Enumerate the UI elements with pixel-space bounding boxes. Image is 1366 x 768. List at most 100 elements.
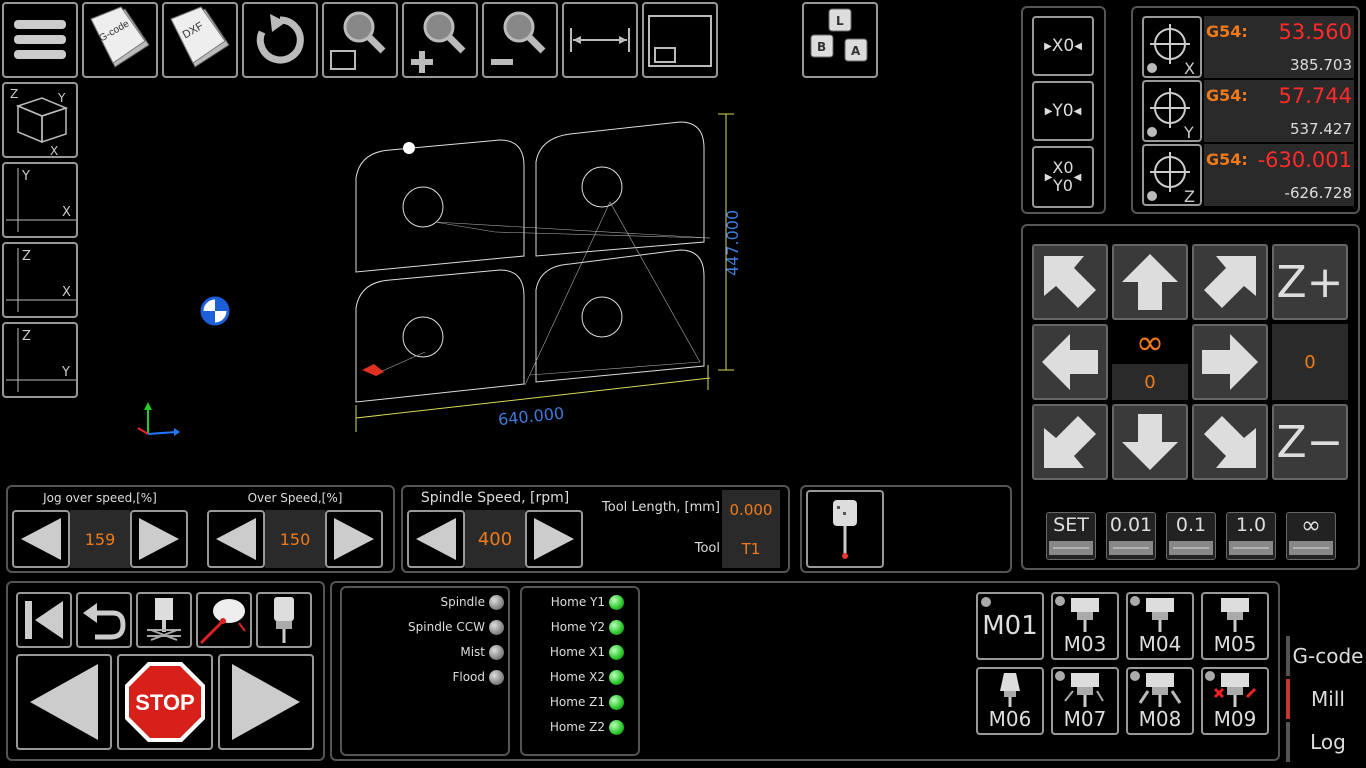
rapid-moves	[379, 201, 711, 386]
arrow-up-icon	[1122, 254, 1178, 310]
undo-button[interactable]	[76, 592, 132, 648]
m06-button[interactable]: M06	[976, 667, 1044, 735]
output-status-row: Mist	[344, 643, 504, 661]
measure-button[interactable]	[562, 2, 638, 78]
tool-number-value: T1	[722, 530, 780, 568]
feed-speed-decrease-button[interactable]	[207, 510, 265, 568]
triangle-right-icon	[534, 518, 574, 560]
view-xy-button[interactable]: YX	[2, 162, 78, 238]
crosshair-icon: Y	[1147, 88, 1194, 140]
jog-right-button[interactable]	[1192, 324, 1268, 400]
zero-xy-button[interactable]: ▶ X0 Y0 ◀	[1032, 146, 1094, 208]
zoom-fit-button[interactable]	[322, 2, 398, 78]
m04-label: M04	[1138, 632, 1182, 656]
tab-gcode[interactable]: G-code	[1286, 636, 1366, 676]
step-infinite-label: ∞	[1301, 511, 1321, 539]
flood-coolant-icon	[1138, 673, 1182, 707]
probe-surface-icon	[199, 599, 246, 645]
step-back-button[interactable]	[16, 654, 112, 750]
toolpath-viewport[interactable]: 640.000 447.000	[80, 80, 780, 480]
menu-button[interactable]	[2, 2, 78, 78]
dro-y-row: Y	[1142, 80, 1202, 142]
dro-x-axis-label: X	[1184, 59, 1195, 76]
tab-mill[interactable]: Mill	[1286, 679, 1366, 719]
width-dimension-label: 640.000	[497, 403, 565, 429]
zoom-out-button[interactable]	[482, 2, 558, 78]
z-plus-label: Z+	[1276, 256, 1344, 308]
home-switch-label: Home X2	[549, 670, 605, 684]
spindle-speed-increase-button[interactable]	[525, 510, 583, 568]
dro-y-axis-label: Y	[1183, 123, 1194, 140]
xy-x-label: X	[62, 205, 71, 220]
home-switch-row: Home X2	[524, 668, 624, 686]
xy-plane-icon: YX	[6, 168, 76, 232]
jog-down-button[interactable]	[1112, 404, 1188, 480]
mist-coolant-icon	[1064, 673, 1104, 707]
spindle-mill-button[interactable]	[136, 592, 192, 648]
step-01-button[interactable]: 0.1	[1166, 512, 1216, 560]
open-gcode-button[interactable]: G-code	[82, 2, 158, 78]
dro-x-wcs: G54:	[1206, 22, 1248, 41]
m05-label: M05	[1213, 632, 1257, 656]
tab-mill-label: Mill	[1311, 687, 1345, 711]
tool-length-value: 0.000	[722, 490, 780, 530]
spindle-cw-icon	[1071, 598, 1099, 632]
dro-y-wcs: G54:	[1206, 86, 1248, 105]
m01-button[interactable]: M01	[976, 592, 1044, 660]
key-b-label: B	[817, 40, 826, 54]
feed-speed-increase-button[interactable]	[325, 510, 383, 568]
jog-z-minus-button[interactable]: Z−	[1272, 404, 1348, 480]
stop-button[interactable]: STOP	[117, 654, 213, 750]
probe-x-button[interactable]: X	[1142, 16, 1202, 78]
jog-speed-decrease-button[interactable]	[12, 510, 70, 568]
tool-probe-button[interactable]	[806, 490, 884, 568]
jog-up-button[interactable]	[1112, 244, 1188, 320]
open-dxf-button[interactable]: DXF	[162, 2, 238, 78]
work-area-button[interactable]	[642, 2, 718, 78]
zoom-in-button[interactable]	[402, 2, 478, 78]
probe-surface-button[interactable]	[196, 592, 252, 648]
tab-log[interactable]: Log	[1286, 722, 1366, 762]
jog-down-right-button[interactable]	[1192, 404, 1268, 480]
reload-button[interactable]	[242, 2, 318, 78]
m04-led-icon	[1130, 596, 1140, 606]
zoom-fit-icon	[330, 11, 386, 70]
view-yz-button[interactable]: ZY	[2, 322, 78, 398]
rewind-button[interactable]	[16, 592, 72, 648]
probe-z-button[interactable]: Z	[1142, 144, 1202, 206]
m06-label: M06	[988, 707, 1032, 731]
coolant-off-icon	[1213, 673, 1257, 707]
view-xz-button[interactable]: ZX	[2, 242, 78, 318]
step-infinite-button[interactable]: ∞	[1286, 512, 1336, 560]
yz-y-label: Y	[61, 365, 70, 380]
run-button[interactable]	[218, 654, 314, 750]
step-10-button[interactable]: 1.0	[1226, 512, 1276, 560]
m07-label: M07	[1063, 707, 1107, 731]
probe-y-button[interactable]: Y	[1142, 80, 1202, 142]
output-status-label: Flood	[452, 670, 485, 684]
triangle-left-icon	[416, 518, 456, 560]
jog-left-button[interactable]	[1032, 324, 1108, 400]
zero-x-button[interactable]: ▶ X0 ◀	[1032, 16, 1094, 76]
jog-step-value: 0	[1112, 364, 1188, 400]
status-led-icon	[489, 669, 504, 685]
tool-change-button[interactable]	[256, 592, 312, 648]
spindle-speed-decrease-button[interactable]	[407, 510, 465, 568]
m05-button[interactable]: M05	[1201, 592, 1269, 660]
keyboard-button[interactable]: L B A	[802, 2, 878, 78]
dro-z-work-value: -630.001	[1257, 148, 1352, 172]
jog-speed-increase-button[interactable]	[130, 510, 188, 568]
zero-y-button[interactable]: ▶ Y0 ◀	[1032, 81, 1094, 141]
jog-up-left-button[interactable]	[1032, 244, 1108, 320]
jog-down-left-button[interactable]	[1032, 404, 1108, 480]
height-dimension-label: 447.000	[723, 210, 742, 276]
step-001-button[interactable]: 0.01	[1106, 512, 1156, 560]
gcode-file-icon: G-code	[90, 6, 150, 68]
jog-up-right-button[interactable]	[1192, 244, 1268, 320]
step-set-button[interactable]: SET	[1046, 512, 1096, 560]
jog-z-plus-button[interactable]: Z+	[1272, 244, 1348, 320]
tool-length-label: Tool Length, [mm]	[602, 500, 720, 515]
view-3d-button[interactable]: Z Y X	[2, 82, 78, 158]
spindle-ccw-icon	[1146, 598, 1174, 632]
skip-to-start-icon	[25, 601, 63, 639]
